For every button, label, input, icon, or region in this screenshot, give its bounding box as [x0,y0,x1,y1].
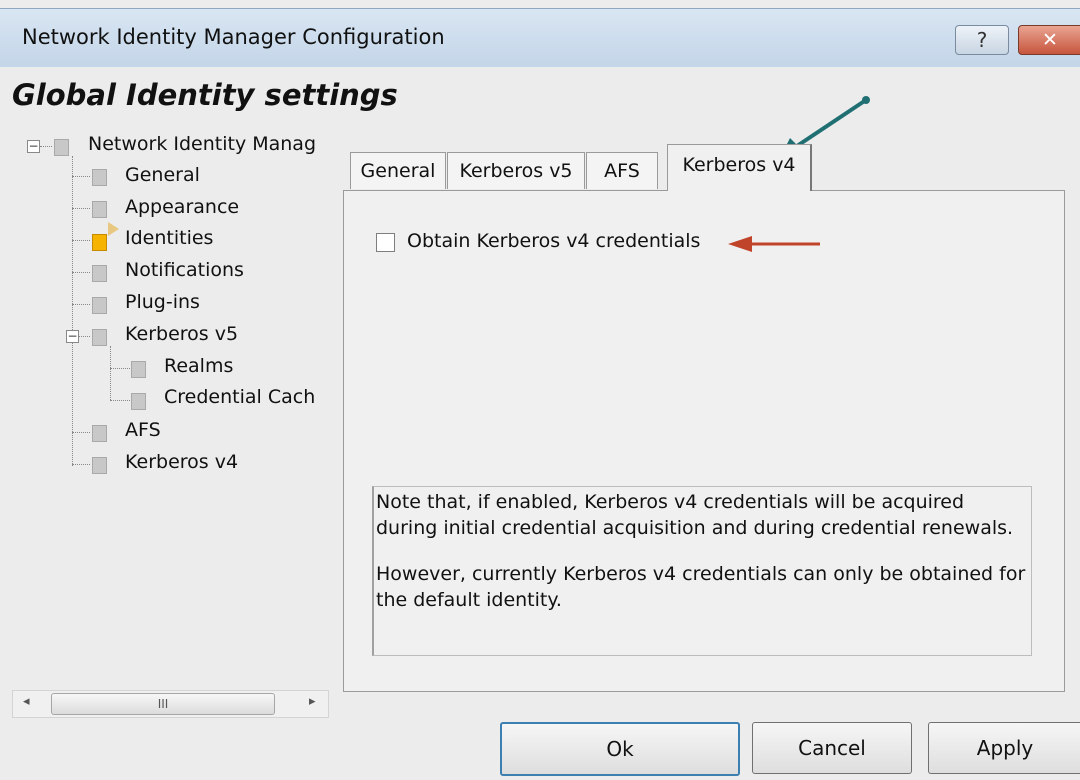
note-paragraph-1: Note that, if enabled, Kerberos v4 crede… [376,491,1014,539]
tree-item-credential-cache[interactable]: Credential Cach [164,386,315,408]
configuration-window: Network Identity Manager Configuration ?… [0,0,1080,780]
page-icon [131,361,146,378]
obtain-kerberos-v4-label[interactable]: Obtain Kerberos v4 credentials [407,230,700,252]
page-icon [92,297,107,314]
collapse-root-icon[interactable]: − [27,140,40,153]
title-bar: Network Identity Manager Configuration ?… [0,8,1080,67]
note-paragraph-2: However, currently Kerberos v4 credentia… [376,563,1026,611]
tree-item-general[interactable]: General [125,164,200,186]
tree-item-appearance[interactable]: Appearance [125,196,239,218]
tab-afs[interactable]: AFS [586,152,658,189]
obtain-kerberos-v4-checkbox[interactable] [376,233,395,252]
tree-item-kerberos-v4[interactable]: Kerberos v4 [125,451,238,473]
page-icon [92,425,107,442]
tab-kerberos-v5[interactable]: Kerberos v5 [447,152,585,189]
tree-item-plugins[interactable]: Plug-ins [125,291,200,313]
page-icon [92,457,107,474]
apply-button[interactable]: Apply [928,722,1080,774]
tab-general[interactable]: General [350,152,446,189]
folder-icon [54,139,69,156]
tree-item-afs[interactable]: AFS [125,419,161,441]
info-note: Note that, if enabled, Kerberos v4 crede… [372,486,1032,656]
settings-tree: − Network Identity Manag General Appeara… [0,120,330,680]
scroll-left-icon[interactable]: ◂ [23,694,30,709]
selected-page-icon [92,234,107,251]
tab-kerberos-v4[interactable]: Kerberos v4 [667,144,812,191]
tree-item-realms[interactable]: Realms [164,355,233,377]
page-icon [92,265,107,282]
tree-item-kerberos-v5[interactable]: Kerberos v5 [125,323,238,345]
folder-icon [92,329,107,346]
tree-horizontal-scrollbar[interactable]: ◂ III ▸ [12,690,329,718]
page-icon [92,169,107,186]
page-title: Global Identity settings [12,78,398,112]
cancel-button[interactable]: Cancel [752,722,912,774]
page-icon [131,393,146,410]
close-button[interactable]: ✕ [1018,25,1080,55]
help-button[interactable]: ? [955,25,1009,55]
ok-button[interactable]: Ok [500,722,740,776]
selection-arrow-icon [108,222,119,236]
window-title: Network Identity Manager Configuration [22,25,445,49]
tree-item-notifications[interactable]: Notifications [125,259,244,281]
tree-item-root[interactable]: Network Identity Manag [88,133,316,155]
scroll-right-icon[interactable]: ▸ [309,694,316,709]
scroll-thumb[interactable]: III [51,693,275,715]
page-icon [92,201,107,218]
tree-item-identities[interactable]: Identities [125,227,213,249]
collapse-kerberos5-icon[interactable]: − [66,330,79,343]
